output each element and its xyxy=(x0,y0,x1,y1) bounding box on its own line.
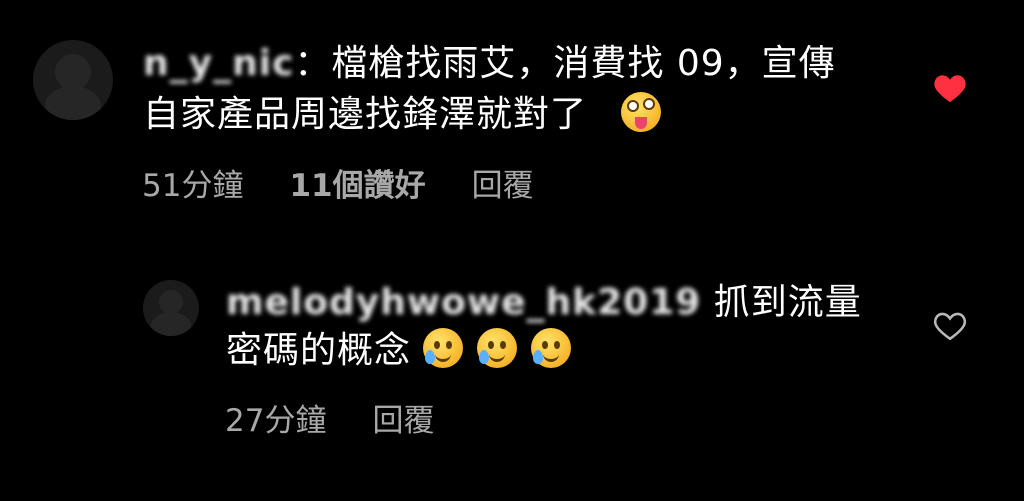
comment-text: n_y_nic：檔槍找雨艾，消費找 09，宣傳 xyxy=(143,36,836,91)
avatar[interactable] xyxy=(143,280,199,336)
zany-face-emoji xyxy=(621,92,662,132)
heart-filled-icon[interactable] xyxy=(933,72,967,104)
avatar[interactable] xyxy=(33,40,113,120)
reply-button[interactable]: 回覆 xyxy=(472,160,534,205)
comment-item: n_y_nic：檔槍找雨艾，消費找 09，宣傳 自家產品周邊找鋒澤就對了 51分… xyxy=(0,0,1024,230)
face-holding-back-tears-emoji xyxy=(531,328,572,368)
reply-button[interactable]: 回覆 xyxy=(372,395,434,440)
comment-time: 27分鐘 xyxy=(225,403,327,439)
comment-body-line1: 檔槍找雨艾，消費找 09，宣傳 xyxy=(331,43,836,84)
comment-body-line1: 抓到流量 xyxy=(713,282,862,323)
face-holding-back-tears-emoji xyxy=(423,328,464,368)
face-holding-back-tears-emoji xyxy=(477,328,518,368)
comment-body-line2: 密碼的概念 xyxy=(226,330,412,371)
comment-text-line2: 密碼的概念 xyxy=(226,323,585,378)
comment-meta: 27分鐘 回覆 xyxy=(225,395,480,440)
comment-username[interactable]: n_y_nic xyxy=(143,43,294,84)
comment-text-line2: 自家產品周邊找鋒澤就對了 xyxy=(143,87,675,142)
comment-item: melodyhwowe_hk2019 抓到流量 密碼的概念 27分鐘 回覆 xyxy=(0,250,1024,450)
comment-text: melodyhwowe_hk2019 抓到流量 xyxy=(226,275,862,330)
comment-body-line2: 自家產品周邊找鋒澤就對了 xyxy=(143,94,588,135)
username-separator: ： xyxy=(294,43,332,84)
comment-time: 51分鐘 xyxy=(142,168,244,204)
comment-likes[interactable]: 11個讚好 xyxy=(289,160,425,205)
heart-outline-icon[interactable] xyxy=(933,310,967,342)
comment-meta: 51分鐘 11個讚好 回覆 xyxy=(142,160,580,205)
comment-username[interactable]: melodyhwowe_hk2019 xyxy=(226,282,701,323)
